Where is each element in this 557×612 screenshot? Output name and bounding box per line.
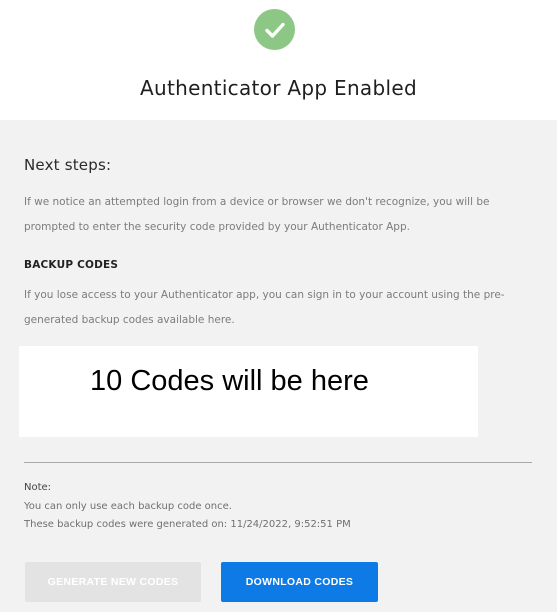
backup-codes-text: If you lose access to your Authenticator… [24, 289, 505, 326]
note-line-once: You can only use each backup code once. [24, 501, 232, 512]
divider [24, 462, 532, 463]
next-steps-text: If we notice an attempted login from a d… [24, 196, 490, 233]
header-panel: Authenticator App Enabled [0, 0, 557, 120]
next-steps-heading: Next steps: [24, 156, 112, 174]
note-label: Note: [24, 482, 52, 493]
backup-codes-box: 10 Codes will be here [19, 346, 478, 437]
check-circle-icon [254, 9, 295, 50]
checkmark-icon [264, 22, 285, 38]
backup-codes-placeholder: 10 Codes will be here [90, 365, 369, 397]
download-codes-button[interactable]: DOWNLOAD CODES [221, 562, 378, 602]
backup-codes-heading: BACKUP CODES [24, 259, 119, 271]
page-title: Authenticator App Enabled [140, 76, 417, 100]
generate-new-codes-button[interactable]: GENERATE NEW CODES [25, 562, 201, 602]
note-line-generated: These backup codes were generated on: 11… [24, 519, 351, 530]
